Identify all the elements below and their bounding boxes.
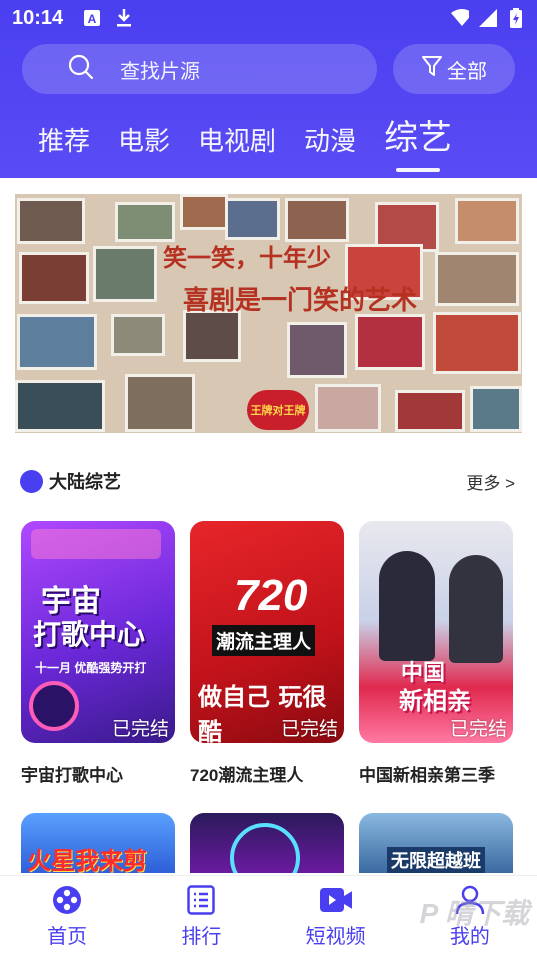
show-logo: 王牌对王牌 (247, 390, 309, 430)
poster-title: 无限超越班 (387, 847, 485, 873)
banner-photo (225, 198, 280, 240)
show-poster: 宇宙 打歌中心 十一月 优酷强势开打 已完结 (21, 521, 175, 743)
download-icon (115, 9, 133, 27)
nav-ranking[interactable]: 排行 (151, 884, 251, 949)
banner-photo (285, 198, 349, 242)
poster-title-line1: 720 (234, 571, 308, 620)
poster-decoration (230, 823, 300, 873)
banner-photo (125, 374, 195, 432)
banner-photo (470, 386, 522, 432)
watermark-logo: P 晴下载 (419, 898, 529, 929)
poster-decoration (31, 529, 161, 559)
svg-text:A: A (88, 12, 97, 26)
tab-variety[interactable]: 综艺 (384, 118, 452, 172)
status-bar: 10:14 A (0, 0, 537, 36)
nav-home[interactable]: 首页 (17, 884, 117, 949)
banner-carousel[interactable]: 笑一笑，十年少 喜剧是一门笑的艺术 王牌对王牌 (15, 194, 522, 433)
show-card[interactable]: 720 潮流主理人 做自己 玩很酷 已完结 720潮流主理人 (190, 521, 344, 786)
video-camera-icon (319, 884, 352, 916)
nav-label: 短视频 (305, 925, 366, 948)
search-input[interactable]: 查找片源 (22, 44, 377, 94)
more-link[interactable]: 更多 > (466, 469, 515, 494)
poster-title: 火星我来剪 (27, 848, 147, 873)
search-row: 查找片源 全部 (22, 44, 515, 94)
tab-recommend[interactable]: 推荐 (38, 124, 90, 164)
tab-tv-series[interactable]: 电视剧 (198, 124, 276, 164)
category-tabs: 推荐 电影 电视剧 动漫 综艺 (38, 112, 452, 172)
banner-photo (17, 198, 85, 244)
show-card[interactable]: 中国 新相亲 已完结 中国新相亲第三季 (359, 521, 513, 786)
poster-title-line2: 打歌中心 (33, 619, 146, 650)
status-badge: 已完结 (280, 719, 338, 740)
film-reel-icon (51, 884, 83, 916)
banner-photo (15, 380, 105, 432)
search-icon (68, 54, 94, 85)
banner-photo (355, 314, 425, 370)
show-poster: 720 潮流主理人 做自己 玩很酷 已完结 (190, 521, 344, 743)
banner-photo (115, 202, 175, 242)
status-badge: 已完结 (111, 719, 169, 740)
banner-photo (395, 390, 465, 432)
tab-anime[interactable]: 动漫 (304, 124, 356, 164)
poster-robot (29, 681, 79, 731)
banner-title-line1: 笑一笑，十年少 (163, 243, 331, 272)
poster-title-line2: 新相亲 (399, 688, 471, 715)
filter-label: 全部 (447, 60, 487, 83)
section-header: 大陆综艺 更多 > (20, 466, 515, 496)
show-card-partial[interactable]: 无限超越班 (359, 813, 513, 873)
status-badge: 已完结 (449, 719, 507, 740)
show-card-partial[interactable] (190, 813, 344, 873)
card-title: 中国新相亲第三季 (359, 766, 495, 785)
header: 10:14 A 查找片源 全部 推荐 电影 电视剧 动漫 综艺 (0, 0, 537, 178)
filter-button[interactable]: 全部 (393, 44, 515, 94)
show-card-partial[interactable]: 火星我来剪 (21, 813, 175, 873)
poster-title-line2: 潮流主理人 (212, 625, 316, 656)
banner-photo (19, 252, 89, 304)
banner-photo (435, 252, 519, 306)
wifi-icon (451, 9, 469, 27)
poster-host-right (449, 555, 503, 663)
battery-icon (507, 8, 525, 28)
banner-photo (315, 384, 381, 432)
banner-photo (93, 246, 157, 302)
card-title: 720潮流主理人 (190, 766, 304, 785)
banner-photo (180, 194, 228, 230)
banner-photo (183, 310, 241, 362)
card-title: 宇宙打歌中心 (21, 766, 123, 785)
signal-icon (479, 9, 497, 27)
show-card[interactable]: 宇宙 打歌中心 十一月 优酷强势开打 已完结 宇宙打歌中心 (21, 521, 175, 786)
section-title: 大陆综艺 (49, 472, 121, 492)
banner-title-line2: 喜剧是一门笑的艺术 (183, 286, 418, 316)
status-time: 10:14 (12, 6, 64, 29)
banner-photo (433, 312, 521, 374)
show-poster: 中国 新相亲 已完结 (359, 521, 513, 743)
list-icon (185, 884, 217, 916)
poster-subtitle: 十一月 优酷强势开打 (35, 661, 147, 675)
search-placeholder: 查找片源 (120, 60, 200, 83)
banner-photo (111, 314, 165, 356)
filter-icon (421, 54, 443, 84)
poster-host-left (379, 551, 435, 661)
banner-photo (287, 322, 347, 378)
banner-photo (455, 198, 519, 244)
nav-label: 排行 (181, 925, 222, 948)
nav-short-video[interactable]: 短视频 (286, 884, 386, 949)
tab-movie[interactable]: 电影 (118, 124, 170, 164)
notification-a-icon: A (83, 9, 101, 27)
banner-photo (17, 314, 97, 370)
nav-label: 首页 (47, 925, 88, 948)
section-dot-icon (20, 469, 43, 493)
